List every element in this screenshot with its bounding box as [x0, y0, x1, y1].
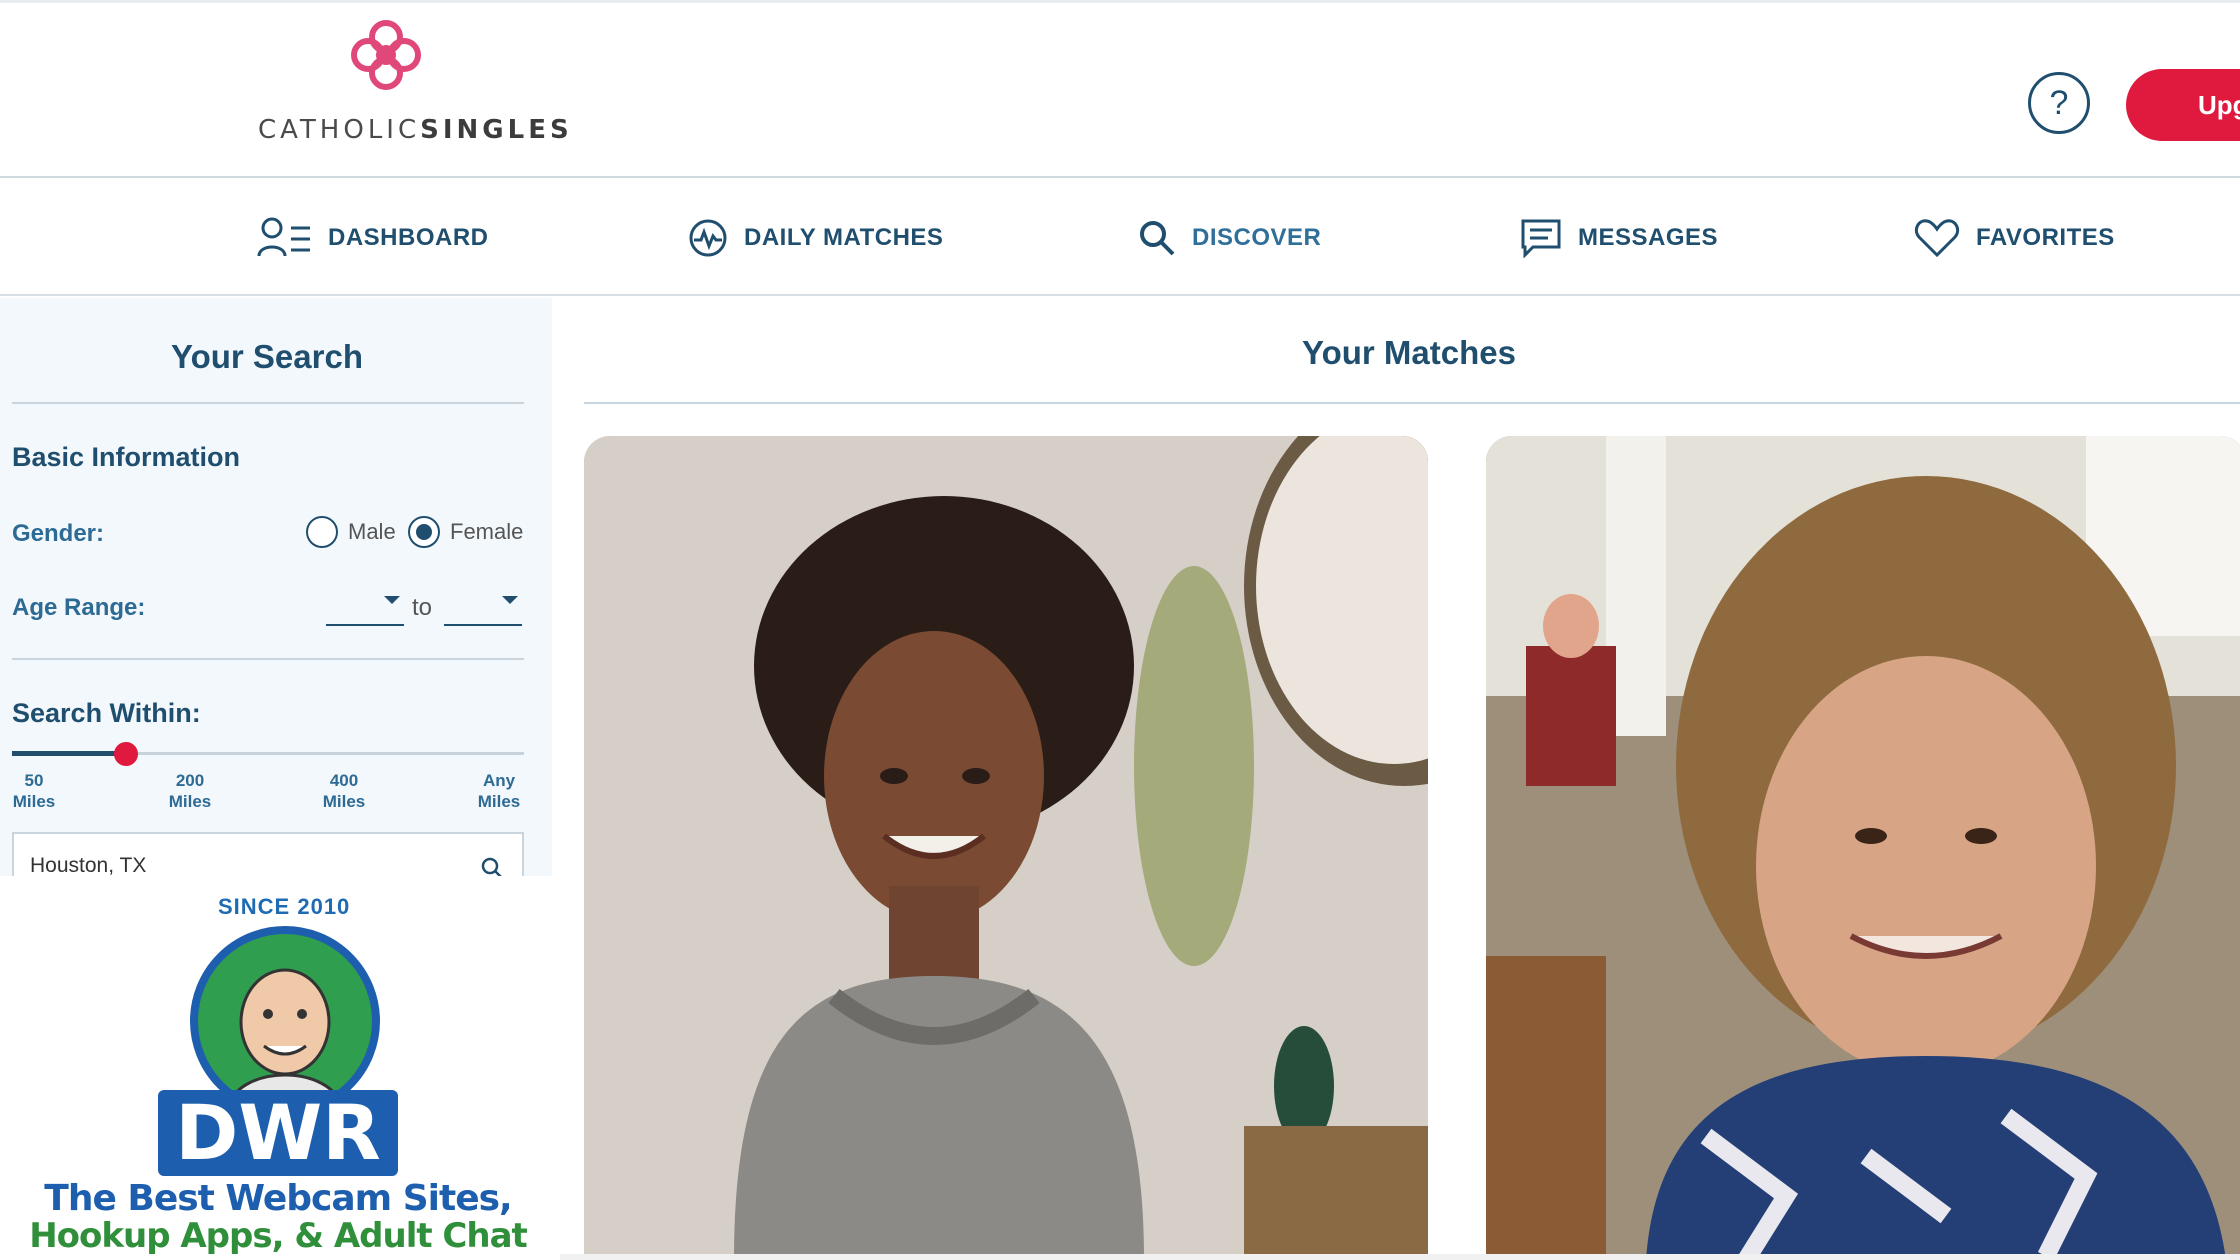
- logo-wordmark: CATHOLICSINGLES: [258, 115, 573, 145]
- nav-label-discover: DISCOVER: [1192, 224, 1322, 251]
- distance-tick-any[interactable]: Any Miles: [474, 770, 524, 812]
- ad-tagline-2: Hookup Apps, & Adult Chat Sites!: [29, 1216, 528, 1260]
- search-icon: [1140, 221, 1175, 256]
- tick-unit: Miles: [477, 792, 521, 811]
- age-to-label: to: [412, 594, 433, 621]
- divider: [12, 402, 524, 404]
- distance-tick-400[interactable]: 400 Miles: [320, 770, 368, 812]
- nav-dashboard[interactable]: DASHBOARD: [256, 212, 489, 264]
- dwr-logo: DWR: [158, 1090, 398, 1176]
- gender-female-radio[interactable]: Female: [408, 516, 523, 548]
- tick-value: 200: [175, 771, 205, 790]
- nav-label-messages: MESSAGES: [1578, 224, 1719, 251]
- nav-daily-matches[interactable]: DAILY MATCHES: [688, 212, 943, 264]
- upgrade-button[interactable]: Upg: [2126, 69, 2240, 141]
- nav-label-daily-matches: DAILY MATCHES: [744, 224, 944, 251]
- match-card[interactable]: [1486, 436, 2240, 1260]
- tick-value: 400: [329, 771, 359, 790]
- ad-tagline-1: The Best Webcam Sites,: [44, 1178, 512, 1219]
- radio-circle: [306, 516, 338, 548]
- divider: [12, 658, 524, 660]
- matches-title: Your Matches: [1302, 334, 1516, 371]
- ad-since-text: SINCE 2010: [218, 894, 351, 919]
- age-max-select[interactable]: [444, 584, 522, 626]
- distance-slider-handle[interactable]: [114, 742, 138, 766]
- tick-value: 50: [24, 771, 44, 790]
- heart-icon: [1914, 219, 1960, 258]
- profile-photo: [584, 436, 1428, 1260]
- basic-info-heading: Basic Information: [12, 442, 241, 472]
- search-within-label: Search Within:: [12, 698, 201, 728]
- distance-slider-fill: [12, 751, 126, 756]
- divider: [584, 402, 2240, 404]
- tick-value: Any: [482, 771, 516, 790]
- gender-male-radio[interactable]: Male: [306, 516, 396, 548]
- profile-photo: [1486, 436, 2240, 1260]
- chevron-down-icon: [384, 596, 400, 604]
- question-mark-icon: ?: [2049, 83, 2069, 122]
- dwr-watermark-ad: SINCE 2010 DWR The Best Webcam Sites, Ho…: [0, 876, 560, 1260]
- tick-unit: Miles: [168, 792, 212, 811]
- user-list-icon: [257, 217, 310, 257]
- celtic-heart-logo-icon: [351, 20, 421, 90]
- gender-female-label: Female: [450, 519, 524, 544]
- nav-favorites[interactable]: FAVORITES: [1914, 212, 2115, 264]
- gender-label: Gender:: [12, 520, 105, 547]
- match-card[interactable]: [584, 436, 1428, 1260]
- age-min-select[interactable]: [326, 584, 404, 626]
- divider: [560, 1254, 2240, 1260]
- nav-label-dashboard: DASHBOARD: [328, 224, 489, 251]
- help-button[interactable]: ?: [2028, 72, 2090, 134]
- chevron-down-icon: [502, 596, 518, 604]
- pulse-heart-icon: [689, 219, 727, 257]
- gender-male-label: Male: [348, 519, 396, 544]
- sidebar-title: Your Search: [171, 338, 363, 375]
- age-range-label: Age Range:: [12, 594, 146, 621]
- radio-circle-selected: [408, 516, 440, 548]
- nav-label-favorites: FAVORITES: [1976, 224, 2115, 251]
- catholicsingles-logo[interactable]: CATHOLICSINGLES: [240, 15, 569, 155]
- distance-tick-50[interactable]: 50 Miles: [12, 770, 56, 812]
- tick-unit: Miles: [322, 792, 366, 811]
- nav-messages[interactable]: MESSAGES: [1520, 212, 1718, 264]
- top-header: CATHOLICSINGLES ? Upg: [0, 0, 2240, 178]
- distance-tick-200[interactable]: 200 Miles: [166, 770, 214, 812]
- tick-unit: Miles: [12, 792, 56, 811]
- nav-discover[interactable]: DISCOVER: [1138, 212, 1321, 264]
- main-nav: DASHBOARD DAILY MATCHES DISCOVER MESSAGE…: [0, 180, 2240, 296]
- location-value: Houston, TX: [30, 854, 147, 877]
- chat-icon: [1521, 219, 1561, 258]
